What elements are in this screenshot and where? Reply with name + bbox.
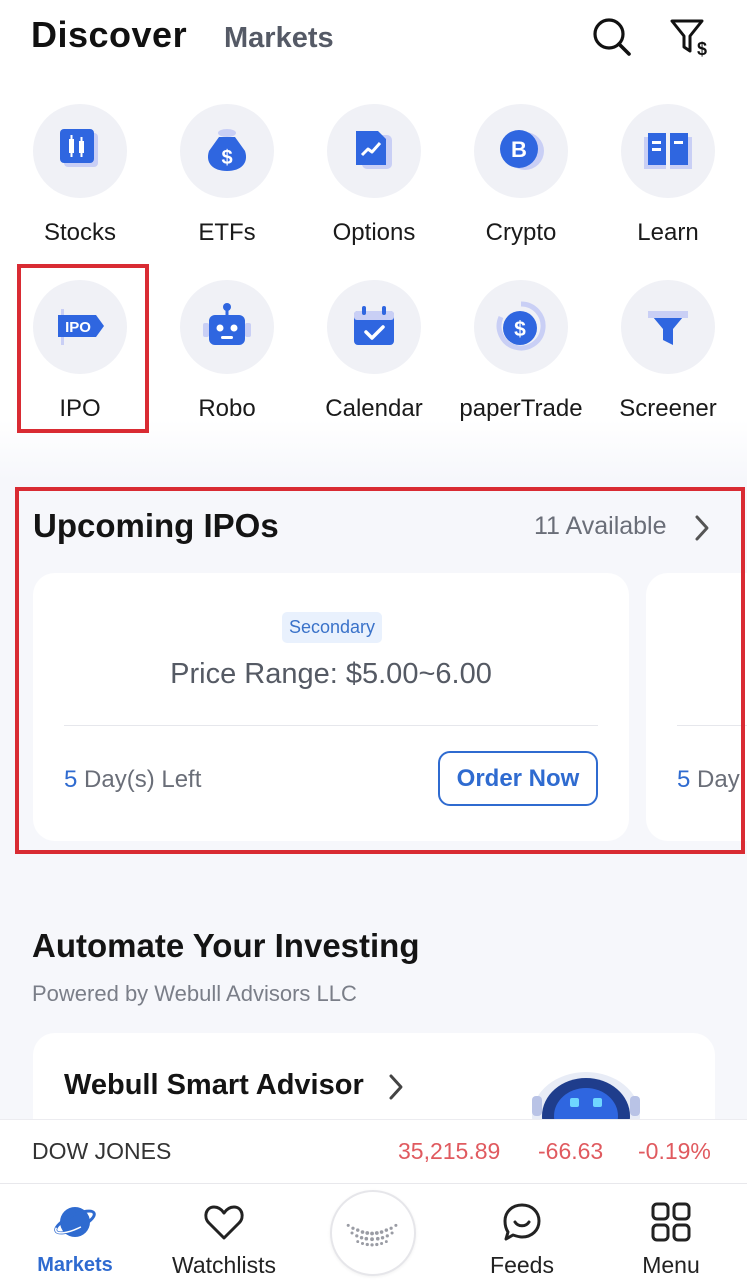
category-learn[interactable]: Learn — [598, 104, 738, 274]
ticker-name: DOW JONES — [32, 1138, 172, 1164]
chevron-right-icon[interactable] — [386, 1072, 406, 1102]
category-stocks[interactable]: Stocks — [10, 104, 150, 274]
category-label: Calendar — [325, 395, 423, 422]
nav-label: Watchlists — [172, 1252, 276, 1278]
chat-bubble-icon — [503, 1203, 541, 1241]
nav-label: Feeds — [490, 1252, 554, 1278]
bitcoin-icon: B — [474, 104, 568, 198]
ipo-section-highlight-box — [15, 487, 745, 854]
svg-text:$: $ — [514, 318, 526, 341]
automate-section-title: Automate Your Investing — [32, 927, 420, 964]
ticker-change-pct: -0.19% — [638, 1138, 711, 1164]
category-label: Screener — [619, 395, 717, 422]
webull-logo-icon — [346, 1223, 398, 1247]
robot-illustration-icon — [528, 1072, 644, 1120]
automate-subtitle: Powered by Webull Advisors LLC — [32, 981, 357, 1006]
webull-center-button[interactable] — [330, 1190, 416, 1276]
tab-discover[interactable]: Discover — [31, 14, 187, 56]
category-label: Options — [332, 219, 416, 246]
robot-icon — [180, 280, 274, 374]
nav-feeds[interactable]: Feeds — [452, 1184, 592, 1280]
search-icon[interactable] — [590, 15, 634, 59]
nav-label: Markets — [37, 1254, 113, 1276]
category-label: Learn — [637, 219, 699, 246]
category-robo[interactable]: Robo — [157, 280, 297, 450]
calendar-icon — [327, 280, 421, 374]
nav-menu[interactable]: Menu — [601, 1184, 741, 1280]
heart-icon — [204, 1205, 244, 1240]
category-calendar[interactable]: Calendar — [304, 280, 444, 450]
category-label: paperTrade — [459, 395, 583, 422]
smart-advisor-title[interactable]: Webull Smart Advisor — [64, 1069, 364, 1102]
ticker-change: -66.63 — [538, 1138, 604, 1164]
category-label: ETFs — [198, 219, 256, 246]
category-label: Robo — [198, 395, 256, 422]
filter-dollar-icon[interactable]: $ — [668, 15, 712, 59]
ticker-value: 35,215.89 — [398, 1138, 501, 1164]
market-ticker[interactable]: DOW JONES 35,215.89 -66.63 -0.19% — [0, 1119, 747, 1183]
category-label: Crypto — [485, 219, 557, 246]
nav-markets[interactable]: Markets — [5, 1184, 145, 1280]
options-chart-icon — [327, 104, 421, 198]
stocks-icon — [33, 104, 127, 198]
category-papertrade[interactable]: $ paperTrade — [451, 280, 591, 450]
paper-trade-icon: $ — [474, 280, 568, 374]
grid-icon — [651, 1202, 691, 1242]
svg-text:B: B — [511, 137, 527, 162]
svg-text:$: $ — [697, 39, 707, 59]
category-screener[interactable]: Screener — [598, 280, 738, 450]
category-options[interactable]: Options — [304, 104, 444, 274]
tab-markets[interactable]: Markets — [224, 22, 334, 55]
nav-label: Menu — [642, 1252, 700, 1278]
category-label: Stocks — [43, 219, 117, 246]
planet-icon — [54, 1207, 96, 1237]
nav-watchlists[interactable]: Watchlists — [154, 1184, 294, 1280]
category-etfs[interactable]: $ ETFs — [157, 104, 297, 274]
svg-text:$: $ — [221, 147, 232, 169]
book-icon — [621, 104, 715, 198]
ipo-highlight-box — [17, 264, 149, 433]
funnel-icon — [621, 280, 715, 374]
category-crypto[interactable]: B Crypto — [451, 104, 591, 274]
money-bag-icon: $ — [180, 104, 274, 198]
